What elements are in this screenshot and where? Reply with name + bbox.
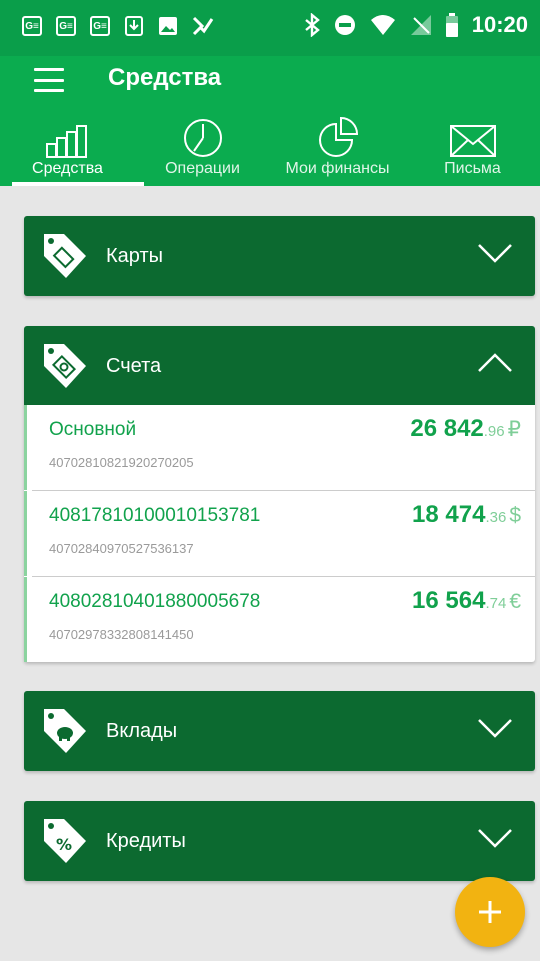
currency-symbol: $ (509, 504, 521, 527)
currency-symbol: € (509, 590, 521, 613)
account-number: 40702810821920270205 (49, 455, 194, 470)
battery-icon (445, 13, 458, 37)
balance-integer: 18 474 (412, 501, 486, 528)
account-row[interactable]: 40817810100010153781 4070284097052753613… (24, 491, 535, 576)
section-label: Счета (106, 354, 162, 377)
balance-fraction: .96 (483, 423, 505, 440)
google-news-icon: G≡ (22, 16, 42, 36)
google-news-icon: G≡ (90, 16, 110, 36)
notification-icons: G≡ G≡ G≡ (22, 16, 214, 36)
tab-label: Операции (165, 160, 240, 177)
no-sim-icon (410, 15, 431, 35)
tab-label: Письма (444, 160, 501, 177)
account-row[interactable]: 40802810401880005678 4070297833280814145… (24, 577, 535, 662)
tab-my-finances[interactable]: Мои финансы (270, 116, 405, 186)
card-tag-icon (44, 234, 86, 278)
account-number: 40702978332808141450 (49, 627, 194, 642)
svg-text:%: % (56, 835, 72, 854)
menu-icon-line (34, 78, 64, 82)
tab-label: Мои финансы (285, 160, 390, 177)
section-credits[interactable]: % Кредиты (24, 801, 535, 881)
page-title: Средства (108, 64, 222, 91)
tab-bar: Средства Операции Мои финансы Письма (0, 116, 540, 186)
account-balance: 16 564.74 € (412, 587, 521, 615)
menu-icon-line (34, 89, 64, 92)
percent-tag-icon: % (44, 819, 86, 863)
bar-chart-icon (45, 125, 87, 158)
image-icon (159, 17, 177, 35)
balance-integer: 16 564 (412, 587, 486, 614)
menu-icon-line (34, 68, 64, 71)
currency-symbol: ₽ (507, 418, 521, 441)
tab-letters[interactable]: Письма (405, 116, 540, 186)
section-cards[interactable]: Карты (24, 216, 535, 296)
clock-icon (183, 119, 222, 157)
section-label: Кредиты (106, 829, 186, 852)
menu-button[interactable] (34, 68, 64, 92)
account-balance: 18 474.36 $ (412, 501, 521, 529)
do-not-disturb-icon (334, 15, 355, 35)
section-label: Вклады (106, 719, 178, 742)
clock: 10:20 (471, 12, 528, 37)
system-icons: 10:20 (304, 12, 528, 38)
chevron-down-icon (478, 244, 512, 263)
wifi-icon (370, 15, 395, 35)
add-button[interactable] (455, 877, 525, 947)
account-name: 40817810100010153781 (49, 505, 261, 526)
pie-chart-icon (318, 116, 358, 157)
section-label: Карты (106, 244, 163, 267)
money-tag-icon (44, 344, 86, 388)
account-balance: 26 842.96 ₽ (410, 415, 521, 443)
google-news-icon: G≡ (56, 16, 76, 36)
bluetooth-icon (304, 13, 320, 37)
section-accounts[interactable]: Счета (24, 326, 535, 406)
download-icon (125, 16, 143, 36)
account-row[interactable]: Основной 40702810821920270205 26 842.96 ₽ (24, 405, 535, 490)
balance-integer: 26 842 (410, 415, 484, 442)
chevron-down-icon (478, 829, 512, 848)
balance-fraction: .74 (485, 595, 507, 612)
tab-label: Средства (32, 160, 103, 177)
app-bar: Средства Средства Операции Мои финансы П… (0, 56, 540, 186)
section-deposits[interactable]: Вклады (24, 691, 535, 771)
accounts-list: Основной 40702810821920270205 26 842.96 ₽… (24, 405, 535, 662)
envelope-icon (449, 125, 496, 157)
account-number: 40702840970527536137 (49, 541, 194, 556)
balance-fraction: .36 (485, 509, 507, 526)
plus-icon (479, 901, 501, 923)
tab-operations[interactable]: Операции (135, 116, 270, 186)
piggy-tag-icon (44, 709, 86, 753)
chevron-down-icon (478, 719, 512, 738)
tab-funds[interactable]: Средства (0, 116, 144, 186)
account-name: Основной (49, 419, 137, 440)
chevron-up-icon (478, 353, 512, 372)
check-icon (192, 16, 214, 36)
account-name: 40802810401880005678 (49, 591, 261, 612)
status-bar: G≡ G≡ G≡ 10:20 (0, 0, 540, 56)
